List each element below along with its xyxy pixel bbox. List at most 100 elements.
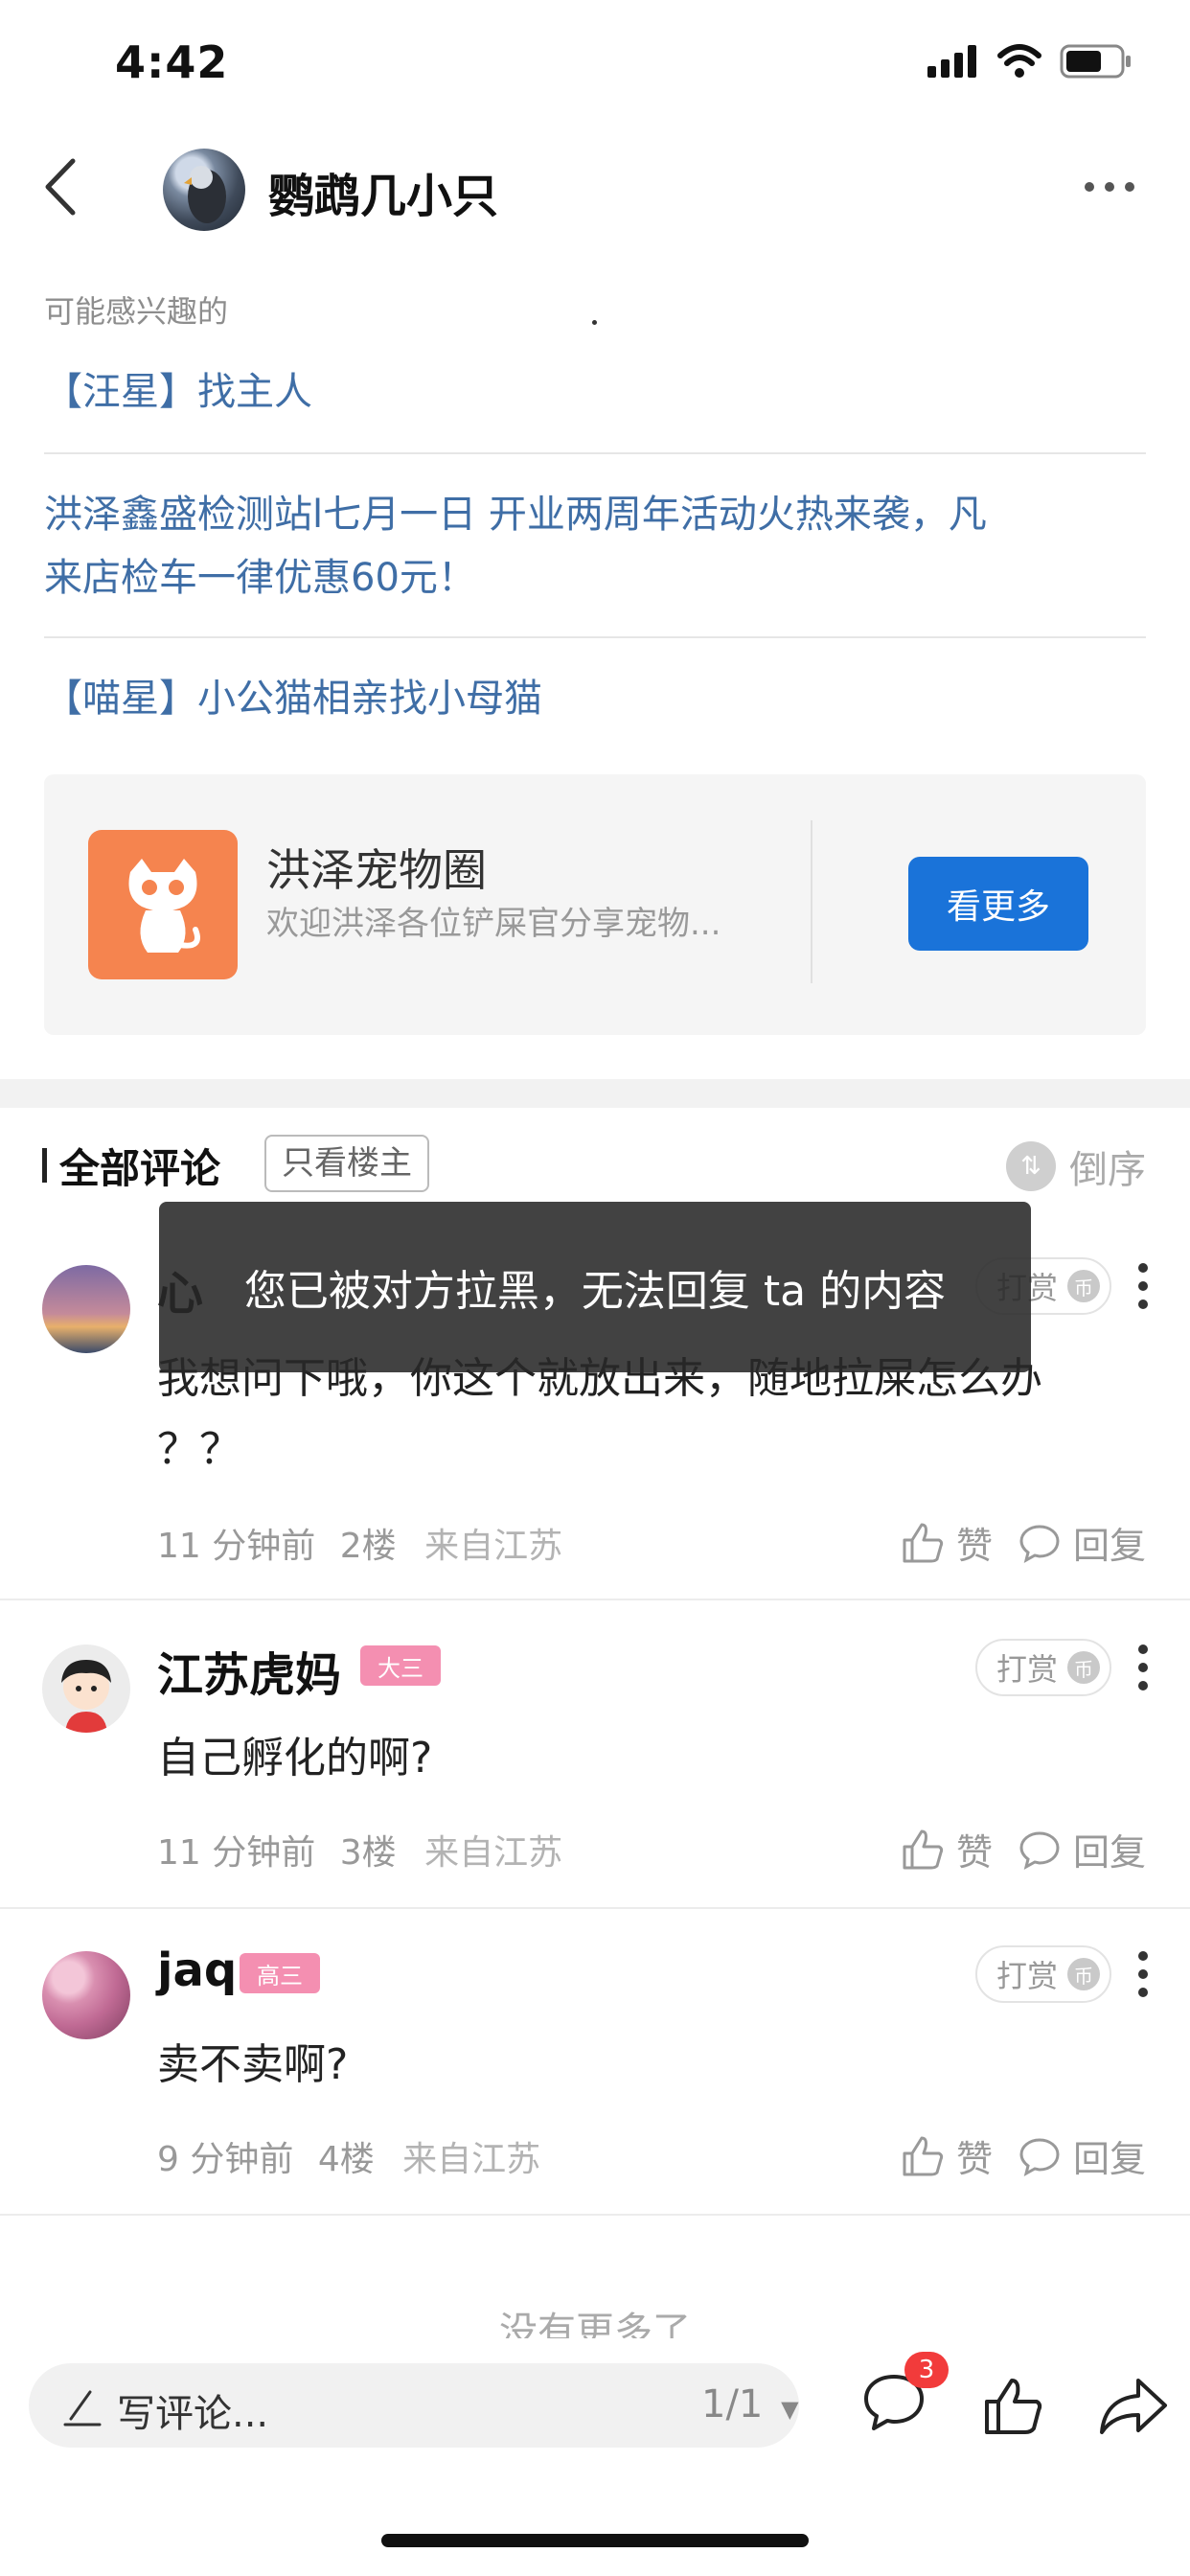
reply-label: 回复	[1072, 1831, 1146, 1874]
like-label: 赞	[955, 1831, 993, 1874]
comment-time: 9 分钟前	[157, 2140, 294, 2179]
caret-down-icon: ▼	[781, 2396, 799, 2423]
comment-actions: 赞 回复	[901, 1516, 1146, 1569]
sort-icon: ⇅	[1006, 1141, 1056, 1191]
comment-time: 11 分钟前	[157, 1833, 316, 1873]
comment-menu-icon[interactable]	[1138, 1263, 1148, 1309]
circle-logo	[88, 830, 238, 979]
no-more-text: 没有更多了	[499, 2310, 691, 2338]
comment-count-badge: 3	[904, 2352, 949, 2388]
dot	[592, 320, 597, 325]
grade-badge: 大三	[360, 1645, 441, 1686]
like-button[interactable]: 赞	[901, 1516, 993, 1569]
row-divider	[0, 2214, 1190, 2216]
comment-meta: 11 分钟前 2楼 来自江苏	[157, 1518, 562, 1568]
comment-location: 来自江苏	[424, 1833, 563, 1873]
related-link-2-line1: 洪泽鑫盛检测站l七月一日 开业两周年活动火热来袭，凡	[44, 493, 987, 537]
back-button[interactable]	[38, 153, 86, 220]
avatar[interactable]	[42, 1951, 130, 2039]
divider	[44, 452, 1146, 454]
cat-logo-icon	[128, 859, 200, 953]
comment-menu-icon[interactable]	[1138, 1644, 1148, 1690]
sort-label: 倒序	[1069, 1148, 1146, 1192]
avatar[interactable]	[42, 1644, 130, 1733]
circle-desc: 欢迎洪泽各位铲屎官分享宠物...	[266, 905, 721, 943]
see-more-button[interactable]: 看更多	[908, 857, 1088, 951]
related-link-2[interactable]: 洪泽鑫盛检测站l七月一日 开业两周年活动火热来袭，凡 来店检车一律优惠60元！	[44, 483, 987, 610]
comment-floor: 4楼	[317, 2140, 375, 2179]
section-gap	[0, 1079, 1190, 1108]
reply-button[interactable]: 回复	[1018, 1516, 1146, 1569]
comment-menu-icon[interactable]	[1138, 1951, 1148, 1997]
comment-text: 卖不卖啊?	[157, 2040, 349, 2089]
commenter-name[interactable]: jaq	[157, 1944, 237, 1997]
comment-location: 来自江苏	[402, 2140, 541, 2179]
like-label: 赞	[955, 1525, 993, 1567]
coin-icon: 币	[1067, 1270, 1100, 1302]
page-indicator[interactable]: 1/1 ▼	[701, 2382, 799, 2426]
circle-card[interactable]: 洪泽宠物圈 欢迎洪泽各位铲屎官分享宠物... 看更多	[44, 774, 1146, 1035]
cartoon-avatar	[61, 1660, 111, 1733]
status-icons	[927, 42, 1133, 80]
back-icon	[45, 158, 76, 216]
sort-button[interactable]: ⇅ 倒序	[1006, 1138, 1146, 1194]
comment-meta: 11 分钟前 3楼 来自江苏	[157, 1825, 562, 1874]
comment-meta: 9 分钟前 4楼 来自江苏	[157, 2131, 540, 2181]
related-section-label: 可能感兴趣的	[44, 293, 229, 330]
like-button[interactable]: 赞	[901, 2129, 993, 2182]
reply-icon	[1019, 1524, 1060, 1563]
coin-icon: 币	[1067, 1958, 1100, 1990]
tip-label: 打赏	[995, 1958, 1058, 1994]
comment-floor: 2楼	[339, 1527, 397, 1566]
comment-text-line2: ？？	[157, 1425, 241, 1474]
coin-icon: 币	[1067, 1651, 1100, 1684]
reply-button[interactable]: 回复	[1018, 1823, 1146, 1875]
blocked-toast: 您已被对方拉黑，无法回复 ta 的内容	[159, 1202, 1031, 1372]
only-author-filter[interactable]: 只看楼主	[264, 1135, 429, 1192]
battery-icon	[1060, 44, 1131, 79]
row-divider	[0, 1907, 1190, 1909]
comments-title: 全部评论	[59, 1145, 221, 1192]
home-indicator	[381, 2534, 809, 2547]
comment-location: 来自江苏	[424, 1527, 563, 1566]
header-accent-bar	[42, 1148, 47, 1183]
circle-title: 洪泽宠物圈	[266, 844, 487, 896]
wifi-icon	[997, 44, 1041, 78]
comment-actions: 赞 回复	[901, 2129, 1146, 2182]
avatar[interactable]	[42, 1265, 130, 1353]
divider	[44, 636, 1146, 638]
author-name[interactable]: 鹦鹉几小只	[268, 158, 498, 225]
like-icon	[903, 2136, 944, 2175]
related-link-2-line2: 来店检车一律优惠60元！	[44, 556, 476, 600]
reply-button[interactable]: 回复	[1018, 2129, 1146, 2182]
status-time: 4:42	[115, 36, 229, 88]
tip-label: 打赏	[995, 1651, 1058, 1688]
like-button[interactable]: 赞	[901, 1823, 993, 1875]
comment-actions: 赞 回复	[901, 1823, 1146, 1875]
parrot-image	[184, 166, 226, 223]
page-text: 1/1	[701, 2382, 764, 2426]
reply-icon	[1019, 1830, 1060, 1870]
related-link-1[interactable]: 【汪星】找主人	[44, 360, 312, 424]
row-divider	[0, 1598, 1190, 1600]
comment-floor: 3楼	[339, 1833, 397, 1873]
related-link-3[interactable]: 【喵星】小公猫相亲找小母猫	[44, 667, 542, 730]
commenter-name[interactable]: 江苏虎妈	[157, 1637, 341, 1704]
tip-button[interactable]: 打赏 币	[974, 1639, 1111, 1696]
tip-button[interactable]: 打赏 币	[974, 1945, 1111, 2003]
comment-time: 11 分钟前	[157, 1527, 316, 1566]
comment-text: 自己孵化的啊?	[157, 1734, 433, 1782]
like-label: 赞	[955, 2138, 993, 2180]
reply-label: 回复	[1072, 2138, 1146, 2180]
like-icon[interactable]	[981, 2375, 1044, 2438]
comment-input-placeholder[interactable]: 写评论...	[117, 2382, 268, 2438]
reply-icon	[1019, 2137, 1060, 2176]
like-icon	[903, 1523, 944, 1562]
more-icon[interactable]	[1085, 182, 1134, 197]
signal-icon	[927, 45, 976, 78]
like-icon	[903, 1829, 944, 1869]
author-avatar[interactable]	[163, 149, 245, 231]
card-separator	[811, 820, 812, 983]
grade-badge: 高三	[240, 1953, 320, 1993]
share-icon[interactable]	[1098, 2375, 1169, 2438]
